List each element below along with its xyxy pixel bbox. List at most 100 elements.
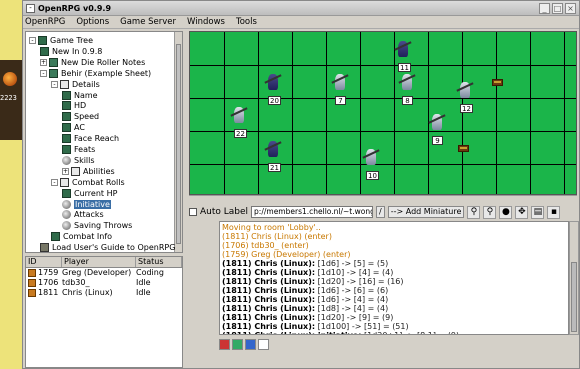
- chat-input-field[interactable]: [258, 338, 269, 350]
- miniature[interactable]: [331, 72, 349, 94]
- expand-toggle-icon[interactable]: -: [29, 37, 36, 44]
- tree-node-label: Game Tree: [50, 36, 94, 45]
- text-color-icon[interactable]: [219, 338, 230, 350]
- save-icon[interactable]: ▪: [547, 205, 561, 219]
- tree-node[interactable]: - Combat Rolls: [51, 177, 125, 188]
- slash-button[interactable]: /: [376, 206, 385, 218]
- expand-toggle-icon[interactable]: -: [51, 80, 58, 88]
- player-name: Greg (Developer): [62, 268, 132, 277]
- tree-node[interactable]: Load User's Guide to OpenRPG: [40, 242, 175, 252]
- game-map[interactable]: 11 20 7 8 12 22 9 21 10: [189, 31, 577, 195]
- player-name: Chris (Linux): [62, 288, 113, 297]
- add-miniature-button[interactable]: --> Add Miniature: [387, 206, 465, 218]
- chat-line: Moving to room 'Lobby'..: [222, 223, 321, 232]
- tree-node-label: Combat Rolls: [72, 177, 125, 187]
- bold-icon[interactable]: [245, 338, 256, 350]
- tree-scroll-thumb[interactable]: [176, 44, 181, 244]
- tree-node[interactable]: Name: [62, 90, 98, 101]
- chat-line: (1811) Chris (Linux): [1d20] -> [9] = (9…: [222, 313, 394, 322]
- expand-toggle-icon[interactable]: -: [40, 69, 47, 77]
- tree-node[interactable]: Attacks: [62, 209, 104, 220]
- tree-node[interactable]: Feats: [62, 144, 95, 155]
- miniature-url-input[interactable]: p://members1.chello.nl/~t.wong/add/add/b…: [251, 206, 374, 218]
- print-icon[interactable]: ▤: [531, 205, 545, 219]
- game-tree: - Game Tree New In 0.9.8 + New Die Roller No…: [25, 31, 183, 253]
- tree-node[interactable]: - Behir (Example Sheet): [40, 68, 151, 79]
- tree-node[interactable]: Face Reach: [62, 133, 119, 144]
- player-row[interactable]: 1811 Chris (Linux) Idle: [26, 288, 182, 298]
- miniature[interactable]: [362, 147, 380, 169]
- chat-line: (1811) Chris (Linux) (enter): [222, 232, 332, 241]
- expand-toggle-icon[interactable]: +: [62, 167, 69, 175]
- book-icon: [40, 243, 49, 252]
- player-row[interactable]: 1759 Greg (Developer) Coding: [26, 268, 182, 278]
- player-status: Coding: [136, 268, 164, 277]
- player-id: 1706: [38, 278, 59, 287]
- col-player[interactable]: Player: [62, 257, 136, 267]
- close-button[interactable]: ×: [565, 2, 576, 14]
- miniature[interactable]: [264, 72, 282, 94]
- tree-node[interactable]: + New Die Roller Notes: [40, 57, 145, 68]
- grid-line: [496, 32, 497, 194]
- miniature[interactable]: [398, 72, 416, 94]
- dice-icon[interactable]: [232, 338, 243, 350]
- map-horizontal-scrollbar[interactable]: [189, 195, 577, 203]
- miniature[interactable]: [428, 112, 446, 134]
- miniature-label: 9: [432, 136, 443, 145]
- miniature[interactable]: [394, 39, 412, 61]
- player-status: Idle: [136, 278, 151, 287]
- maximize-button[interactable]: □: [552, 2, 563, 14]
- node-icon: [62, 145, 71, 154]
- node-icon: [62, 188, 71, 198]
- tree-node[interactable]: Speed: [62, 111, 99, 122]
- tree-node[interactable]: Current HP: [62, 188, 117, 199]
- tree-node[interactable]: - Game Tree: [29, 35, 93, 46]
- tree-node[interactable]: + Abilities: [62, 166, 115, 177]
- grid-line: [224, 32, 225, 194]
- tree-node[interactable]: New In 0.9.8: [40, 46, 102, 57]
- expand-toggle-icon[interactable]: -: [51, 178, 58, 186]
- auto-label-checkbox[interactable]: [189, 208, 197, 216]
- player-list: ID Player Status 1759 Greg (Developer) Cod…: [25, 256, 183, 368]
- tree-node[interactable]: - Details: [51, 79, 100, 90]
- tree-scrollbar[interactable]: [174, 32, 182, 252]
- chat-scrollbar[interactable]: [569, 221, 579, 335]
- miniature[interactable]: [264, 139, 282, 161]
- player-id: 1759: [38, 268, 59, 277]
- tree-node[interactable]: Combat Info: [51, 231, 112, 242]
- menu-openrpg[interactable]: OpenRPG: [25, 17, 65, 27]
- roll-icon: [62, 210, 71, 220]
- title-bar[interactable]: - OpenRPG v0.9.9 _ □ ×: [23, 1, 579, 16]
- tree-node[interactable]: Saving Throws: [62, 220, 132, 231]
- expand-toggle-icon[interactable]: +: [40, 58, 47, 66]
- player-row[interactable]: 1706 tdb30_ Idle: [26, 278, 182, 288]
- zoom-out-icon[interactable]: ⚲: [483, 205, 497, 219]
- minimize-button[interactable]: _: [539, 2, 550, 14]
- col-id[interactable]: ID: [26, 257, 62, 267]
- miniature[interactable]: [456, 80, 474, 102]
- menu-game-server[interactable]: Game Server: [120, 17, 176, 27]
- menu-tools[interactable]: Tools: [236, 17, 257, 27]
- tree-node[interactable]: AC: [62, 122, 85, 133]
- treasure-chest-icon[interactable]: [492, 79, 503, 86]
- menu-options[interactable]: Options: [76, 17, 109, 27]
- node-icon: [62, 90, 71, 100]
- dropper-icon[interactable]: ●: [499, 205, 513, 219]
- treasure-chest-icon[interactable]: [458, 145, 469, 152]
- tree-node[interactable]: Initiative: [62, 199, 111, 210]
- move-icon[interactable]: ✥: [515, 205, 529, 219]
- tree-node-label: Details: [72, 79, 100, 89]
- tree-node[interactable]: HD: [62, 100, 86, 111]
- window-menu-icon[interactable]: -: [26, 3, 35, 13]
- miniature[interactable]: [230, 105, 248, 127]
- zoom-in-icon[interactable]: ⚲: [467, 205, 481, 219]
- grid-line: [530, 32, 531, 194]
- chat-log[interactable]: Moving to room 'Lobby'.. (1811) Chris (Li…: [219, 221, 569, 335]
- chat-scroll-thumb[interactable]: [571, 262, 577, 332]
- menu-windows[interactable]: Windows: [187, 17, 225, 27]
- col-status[interactable]: Status: [136, 257, 182, 267]
- desktop-icon-strip: 2223: [0, 60, 22, 140]
- player-list-header: ID Player Status: [26, 257, 182, 268]
- tree-node[interactable]: Skills: [62, 155, 95, 166]
- player-icon: [28, 289, 36, 297]
